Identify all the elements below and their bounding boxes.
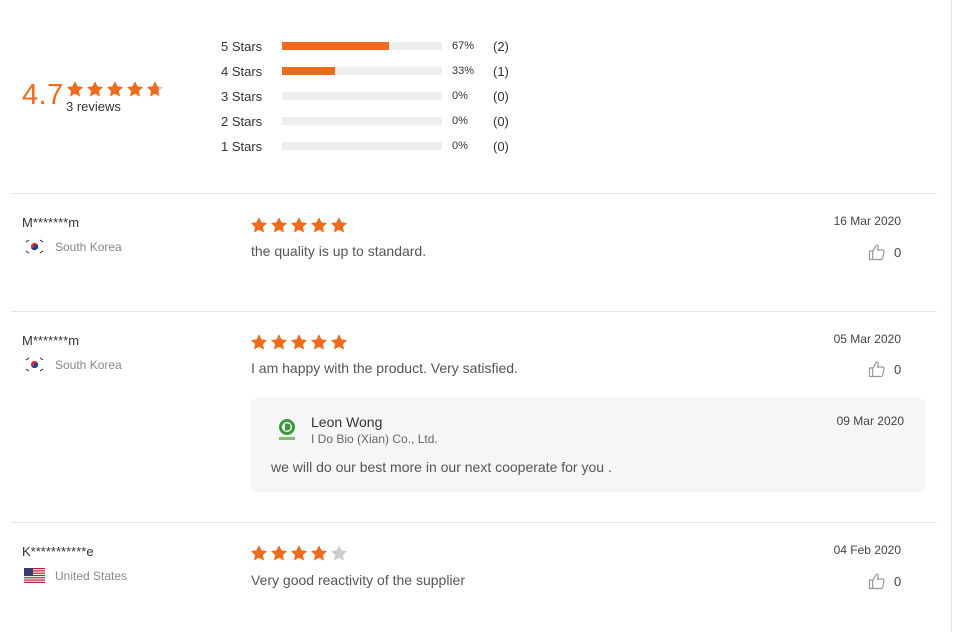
review-stars bbox=[250, 333, 348, 351]
review-item: K***********e United States Very good re… bbox=[0, 523, 954, 632]
reviewer-name: M*******m bbox=[22, 215, 80, 230]
distribution-bar bbox=[282, 67, 442, 75]
review-text: the quality is up to standard. bbox=[251, 243, 427, 259]
distribution-bar bbox=[282, 117, 442, 125]
distribution-fill bbox=[282, 42, 390, 50]
star-icon bbox=[291, 545, 307, 561]
distribution-count: (0) bbox=[493, 138, 509, 154]
distribution-count: (2) bbox=[493, 38, 509, 54]
average-score: 4.7 bbox=[22, 79, 64, 111]
reviewer-name: K***********e bbox=[22, 544, 94, 559]
distribution-row-5[interactable]: 5 Stars 67% (2) bbox=[221, 38, 509, 54]
distribution-row-4[interactable]: 4 Stars 33% (1) bbox=[221, 63, 509, 79]
star-icon bbox=[331, 217, 347, 233]
like-button[interactable]: 0 bbox=[868, 360, 901, 378]
review-text: I am happy with the product. Very satisf… bbox=[251, 360, 518, 376]
distribution-percent: 0% bbox=[452, 115, 468, 127]
like-count: 0 bbox=[894, 244, 902, 260]
reviewer-country: South Korea bbox=[24, 239, 122, 254]
star-icon bbox=[87, 81, 103, 97]
reply-author-name: Leon Wong bbox=[311, 414, 383, 430]
distribution-bar bbox=[282, 92, 442, 100]
distribution-bar bbox=[282, 42, 442, 50]
thumbs-up-icon bbox=[868, 572, 886, 590]
review-date: 04 Feb 2020 bbox=[833, 543, 901, 557]
distribution-count: (0) bbox=[493, 88, 509, 104]
distribution-row-3[interactable]: 3 Stars 0% (0) bbox=[221, 88, 509, 104]
like-button[interactable]: 0 bbox=[868, 572, 901, 590]
distribution-label: 3 Stars bbox=[221, 88, 263, 104]
country-name: South Korea bbox=[55, 357, 122, 372]
star-icon bbox=[127, 81, 143, 97]
south-korea-flag-icon bbox=[24, 239, 45, 254]
average-stars bbox=[66, 80, 164, 98]
review-stars bbox=[250, 216, 348, 234]
reviews-count: 3 reviews bbox=[66, 99, 121, 114]
distribution-percent: 67% bbox=[452, 40, 475, 52]
star-icon bbox=[271, 545, 287, 561]
review-date: 05 Mar 2020 bbox=[833, 332, 901, 346]
reply-company-name: I Do Bio (Xian) Co., Ltd. bbox=[311, 432, 438, 446]
star-icon bbox=[291, 334, 307, 350]
supplier-logo-icon bbox=[277, 418, 297, 442]
review-date: 16 Mar 2020 bbox=[833, 214, 901, 228]
distribution-percent: 0% bbox=[452, 90, 468, 102]
distribution-bar bbox=[282, 142, 442, 150]
thumbs-up-icon bbox=[868, 360, 886, 378]
star-icon bbox=[331, 545, 347, 561]
star-icon bbox=[271, 217, 287, 233]
star-icon bbox=[311, 545, 327, 561]
thumbs-up-icon bbox=[868, 243, 886, 261]
star-icon bbox=[147, 81, 163, 97]
rating-summary: 4.7 3 reviews 5 Stars 67% (2) 4 Stars 33… bbox=[0, 0, 954, 192]
distribution-label: 4 Stars bbox=[221, 63, 263, 79]
like-count: 0 bbox=[894, 361, 902, 377]
star-icon bbox=[311, 334, 327, 350]
supplier-reply: Leon Wong I Do Bio (Xian) Co., Ltd. 09 M… bbox=[251, 398, 925, 492]
reviewer-country: South Korea bbox=[24, 357, 122, 372]
country-name: United States bbox=[55, 568, 128, 583]
reply-text: we will do our best more in our next coo… bbox=[271, 459, 612, 475]
distribution-count: (0) bbox=[493, 113, 509, 129]
south-korea-flag-icon bbox=[24, 357, 45, 372]
reviewer-country: United States bbox=[24, 568, 127, 583]
distribution-row-2[interactable]: 2 Stars 0% (0) bbox=[221, 113, 509, 129]
review-stars bbox=[250, 544, 348, 562]
distribution-label: 5 Stars bbox=[221, 38, 263, 54]
star-icon bbox=[251, 334, 267, 350]
reply-date: 09 Mar 2020 bbox=[836, 414, 904, 428]
star-icon bbox=[271, 334, 287, 350]
star-icon bbox=[311, 217, 327, 233]
distribution-percent: 0% bbox=[452, 140, 468, 152]
reviewer-name: M*******m bbox=[22, 333, 80, 348]
star-icon bbox=[331, 334, 347, 350]
distribution-label: 1 Stars bbox=[221, 138, 263, 154]
distribution-label: 2 Stars bbox=[221, 113, 263, 129]
star-icon bbox=[107, 81, 123, 97]
country-name: South Korea bbox=[55, 239, 122, 254]
star-icon bbox=[291, 217, 307, 233]
like-button[interactable]: 0 bbox=[868, 243, 901, 261]
united-states-flag-icon bbox=[24, 568, 45, 583]
distribution-percent: 33% bbox=[452, 65, 475, 77]
distribution-row-1[interactable]: 1 Stars 0% (0) bbox=[221, 138, 509, 154]
review-text: Very good reactivity of the supplier bbox=[251, 572, 466, 588]
star-icon bbox=[251, 217, 267, 233]
distribution-count: (1) bbox=[493, 63, 509, 79]
star-icon bbox=[67, 81, 83, 97]
like-count: 0 bbox=[894, 573, 902, 589]
star-icon bbox=[251, 545, 267, 561]
distribution-fill bbox=[282, 67, 335, 75]
review-item: M*******m South Korea the quality is up … bbox=[0, 194, 954, 310]
